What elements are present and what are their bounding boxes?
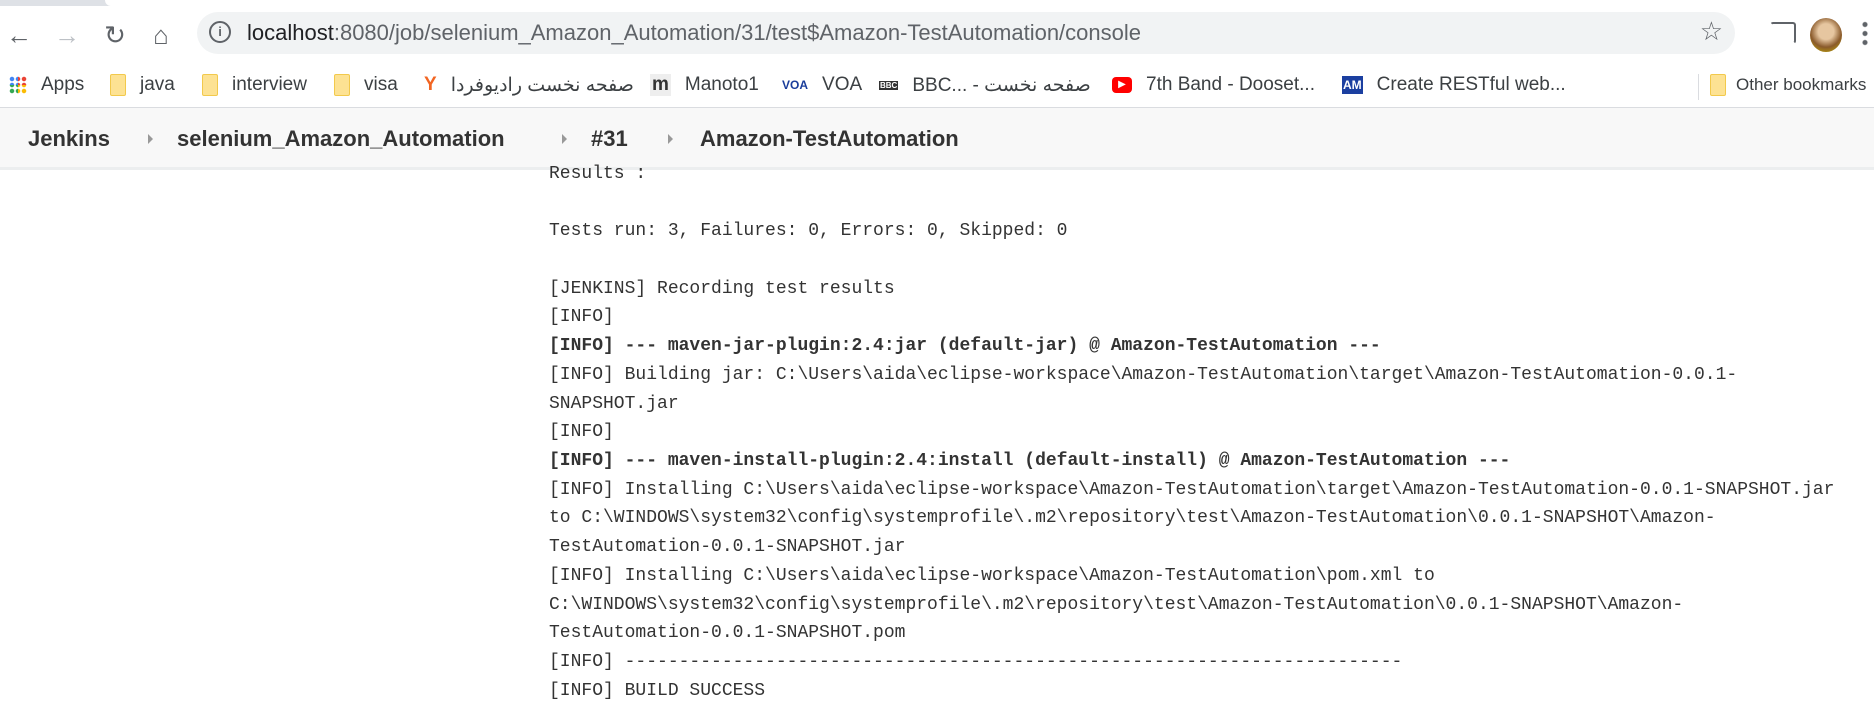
bookmark-interview[interactable]: interview	[202, 70, 307, 100]
console-line: [INFO] --- maven-jar-plugin:2.4:jar (def…	[549, 336, 1381, 357]
folder-icon	[334, 74, 350, 96]
bookmark-voa[interactable]: VOA VOA	[782, 70, 862, 100]
bookmark-label: Manoto1	[684, 74, 759, 95]
url-path: :8080/job/selenium_Amazon_Automation/31/…	[333, 20, 1141, 45]
bookmark-java[interactable]: java	[110, 70, 175, 100]
bookmark-bbc[interactable]: BBC BBC... - صفحه نخست	[879, 70, 1091, 100]
apps-grid-icon	[9, 76, 27, 94]
bbc-icon: BBC	[879, 80, 899, 90]
chevron-right-icon[interactable]	[562, 134, 567, 144]
bookmark-youtube[interactable]: ▶ 7th Band - Dooset...	[1112, 70, 1315, 100]
console-line: Results :	[549, 164, 647, 184]
console-line: to C:\WINDOWS\system32\config\systemprof…	[549, 508, 1716, 529]
console-line: [INFO] Building jar: C:\Users\aida\eclip…	[549, 364, 1738, 385]
am-icon: AM	[1342, 76, 1363, 94]
bookmark-other[interactable]: Other bookmarks	[1710, 70, 1866, 100]
back-icon[interactable]: ←	[4, 20, 34, 51]
bookmarks-divider	[1698, 74, 1699, 100]
console-line: Tests run: 3, Failures: 0, Errors: 0, Sk…	[549, 221, 1068, 242]
site-info-icon[interactable]: i	[209, 21, 231, 43]
console-line: TestAutomation-0.0.1-SNAPSHOT.jar	[549, 537, 906, 558]
bookmark-label: BBC... - صفحه نخست	[912, 74, 1091, 96]
bookmark-label: java	[140, 74, 175, 95]
console-line: TestAutomation-0.0.1-SNAPSHOT.pom	[549, 623, 906, 644]
cast-icon[interactable]	[1770, 22, 1796, 44]
console-line: [INFO] Installing C:\Users\aida\eclipse-…	[549, 565, 1435, 586]
bookmark-label: Create RESTful web...	[1376, 74, 1566, 95]
console-line: [INFO]	[549, 307, 614, 328]
bookmark-star-icon[interactable]: ☆	[1700, 16, 1723, 47]
url-text[interactable]: localhost:8080/job/selenium_Amazon_Autom…	[247, 20, 1141, 46]
bookmark-restful[interactable]: AM Create RESTful web...	[1342, 70, 1566, 100]
browser-toolbar: ← → ↻ ⌂ i localhost:8080/job/selenium_Am…	[0, 6, 1874, 64]
console-line: [INFO] --- maven-install-plugin:2.4:inst…	[549, 451, 1511, 471]
bookmark-manoto[interactable]: m Manoto1	[650, 70, 759, 100]
console-line: [INFO] ---------------------------------…	[549, 651, 1403, 672]
folder-icon	[1710, 74, 1726, 96]
address-bar[interactable]: i localhost:8080/job/selenium_Amazon_Aut…	[197, 12, 1735, 54]
voa-icon: VOA	[782, 78, 809, 92]
bookmark-label: visa	[364, 74, 398, 95]
bookmarks-bar: Apps java interview visa Y صفحه نخست رادي…	[0, 64, 1874, 108]
forward-icon[interactable]: →	[52, 20, 82, 51]
console-line: [INFO] BUILD SUCCESS	[549, 680, 766, 701]
manoto-icon: m	[650, 74, 671, 96]
url-host: localhost	[247, 20, 334, 45]
console-output: Results : Tests run: 3, Failures: 0, Erro…	[549, 160, 1869, 705]
console-line: SNAPSHOT.jar	[549, 393, 679, 414]
youtube-icon: ▶	[1112, 77, 1132, 93]
console-line: [INFO]	[549, 422, 614, 443]
bookmark-apps[interactable]: Apps	[9, 70, 84, 100]
bookmark-visa[interactable]: visa	[334, 70, 398, 100]
chevron-right-icon[interactable]	[148, 134, 153, 144]
folder-icon	[202, 74, 218, 96]
bookmark-label: Other bookmarks	[1736, 75, 1867, 94]
bookmark-label: VOA	[822, 74, 863, 95]
menu-icon[interactable]	[1862, 20, 1868, 48]
bookmark-radiofarda[interactable]: Y صفحه نخست راديوفردا	[424, 70, 634, 100]
home-icon[interactable]: ⌂	[146, 20, 176, 51]
breadcrumb-module[interactable]: Amazon-TestAutomation	[700, 126, 959, 152]
radiofarda-icon: Y	[424, 74, 437, 95]
console-line: C:\WINDOWS\system32\config\systemprofile…	[549, 594, 1684, 615]
chevron-right-icon[interactable]	[668, 134, 673, 144]
folder-icon	[110, 74, 126, 96]
breadcrumb-build[interactable]: #31	[591, 126, 628, 152]
profile-avatar[interactable]	[1810, 18, 1842, 52]
breadcrumb-job[interactable]: selenium_Amazon_Automation	[177, 126, 505, 152]
bookmark-label: صفحه نخست راديوفردا	[450, 74, 634, 96]
bookmark-label: interview	[232, 74, 307, 95]
reload-icon[interactable]: ↻	[100, 20, 130, 51]
bookmark-label: 7th Band - Dooset...	[1146, 74, 1315, 95]
console-line: [JENKINS] Recording test results	[549, 278, 895, 299]
bookmark-label: Apps	[41, 74, 85, 95]
console-line: [INFO] Installing C:\Users\aida\eclipse-…	[549, 479, 1835, 500]
breadcrumb-jenkins[interactable]: Jenkins	[28, 126, 110, 152]
